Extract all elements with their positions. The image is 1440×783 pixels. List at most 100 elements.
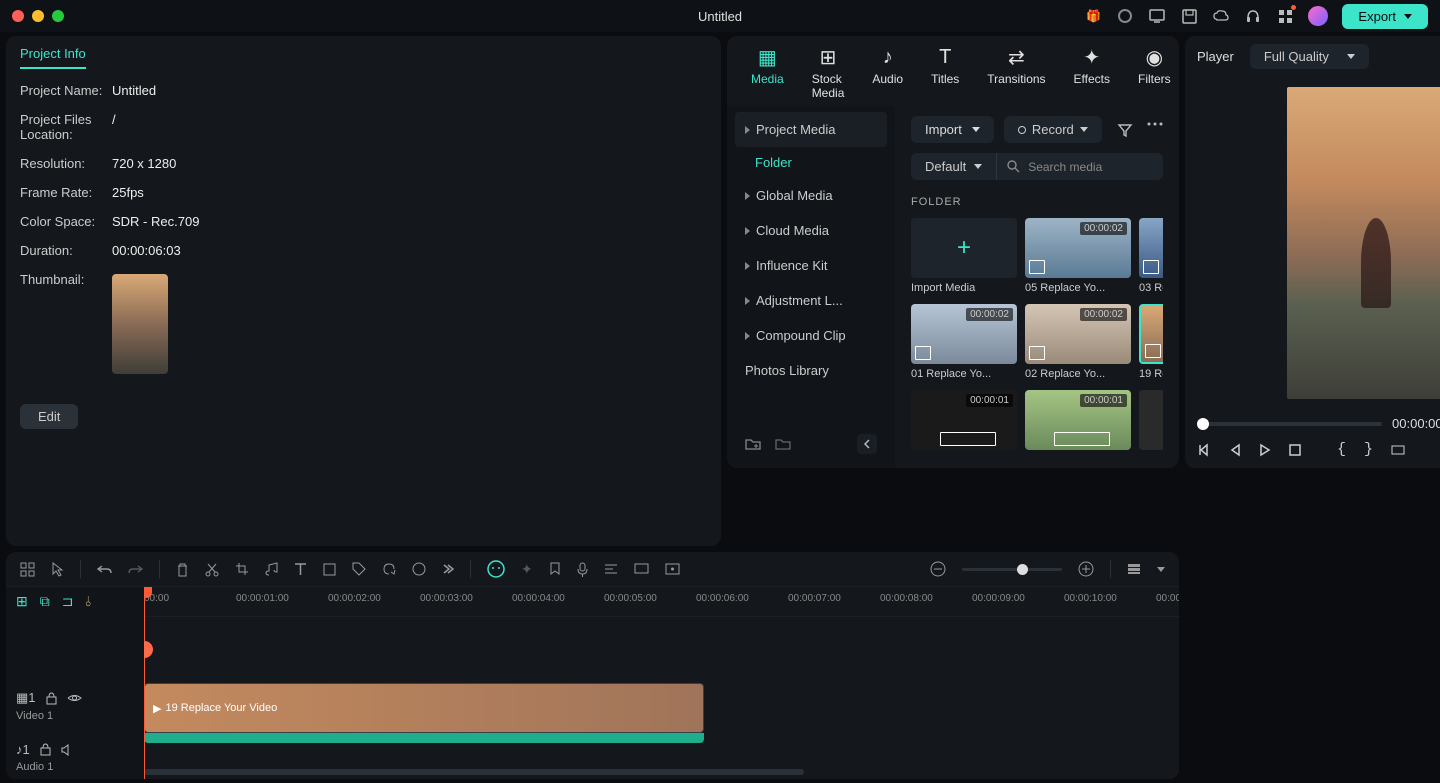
document-title: Untitled (698, 9, 742, 24)
sidebar-item-compound-clip[interactable]: Compound Clip (735, 318, 887, 353)
delete-icon[interactable] (176, 562, 189, 577)
tab-transitions[interactable]: ⇄Transitions (987, 46, 1045, 100)
text-icon[interactable] (294, 562, 307, 576)
ai-icon[interactable] (487, 560, 505, 578)
window-controls (12, 10, 64, 22)
speaker-icon[interactable] (61, 744, 74, 756)
close-window[interactable] (12, 10, 24, 22)
track-view-icon[interactable] (1127, 563, 1141, 575)
cloud-icon[interactable] (1212, 7, 1230, 25)
tab-titles[interactable]: TTitles (931, 46, 959, 100)
add-track-icon[interactable]: ⊞ (16, 593, 28, 610)
maximize-window[interactable] (52, 10, 64, 22)
sidebar-sub-folder[interactable]: Folder (735, 147, 887, 178)
preview-viewport[interactable] (1197, 77, 1440, 408)
lock-icon[interactable] (46, 692, 57, 705)
magnet-icon[interactable]: ⊐ (62, 593, 74, 610)
media-item[interactable]: 00:00:0202 Replace Yo... (1025, 304, 1131, 380)
redo-icon[interactable] (128, 563, 143, 576)
save-icon[interactable] (1180, 7, 1198, 25)
prev-frame-icon[interactable] (1197, 443, 1211, 457)
lock-icon[interactable] (40, 743, 51, 756)
chevron-down-icon[interactable] (1157, 567, 1165, 572)
palette-icon[interactable] (412, 562, 426, 576)
sidebar-item-photos-library[interactable]: Photos Library (735, 353, 887, 388)
tag-icon[interactable] (352, 562, 366, 576)
play-back-icon[interactable] (1229, 443, 1241, 457)
import-dropdown[interactable]: Import (911, 116, 994, 143)
stop-icon[interactable] (1289, 444, 1301, 456)
cursor-icon[interactable] (51, 562, 64, 577)
more-icon[interactable] (1147, 122, 1163, 138)
mark-in-icon[interactable]: { (1337, 441, 1346, 458)
more-tools-icon[interactable] (442, 564, 454, 574)
marker-icon[interactable] (549, 562, 561, 577)
link-icon[interactable]: ⧉ (40, 593, 50, 610)
media-item[interactable]: 00:00:01 (1139, 390, 1163, 450)
quality-dropdown[interactable]: Full Quality (1250, 44, 1369, 69)
crop-icon[interactable] (235, 562, 249, 576)
search-input[interactable]: Search media (997, 154, 1163, 180)
screen-icon[interactable] (634, 563, 649, 576)
monitor-icon[interactable] (1148, 7, 1166, 25)
cut-icon[interactable] (205, 562, 219, 577)
tab-audio[interactable]: ♪Audio (872, 46, 903, 100)
circle-icon[interactable] (1116, 7, 1134, 25)
zoom-slider[interactable] (962, 568, 1062, 571)
camera2-icon[interactable] (665, 563, 680, 575)
timeline-tracks[interactable]: 00:0000:00:01:0000:00:02:0000:00:03:0000… (144, 587, 1179, 779)
tab-filters[interactable]: ◉Filters (1138, 46, 1171, 100)
ratio-icon[interactable] (1391, 443, 1405, 457)
user-avatar[interactable] (1308, 6, 1328, 26)
media-item[interactable]: 00:00:0203 Replace Yo... (1139, 218, 1163, 294)
project-info-tab[interactable]: Project Info (20, 46, 86, 69)
headphones-icon[interactable] (1244, 7, 1262, 25)
sidebar-item-project-media[interactable]: Project Media (735, 112, 887, 147)
shape-icon[interactable] (323, 563, 336, 576)
tab-effects[interactable]: ✦Effects (1074, 46, 1110, 100)
folder-add-icon[interactable] (745, 437, 761, 451)
filter-icon[interactable] (1117, 122, 1133, 138)
eye-icon[interactable] (67, 693, 82, 703)
play-icon[interactable] (1259, 443, 1271, 457)
video-icon[interactable]: ▦1 (16, 690, 36, 706)
media-item[interactable]: 00:00:06✓19 Replace Yo... (1139, 304, 1163, 380)
video-clip[interactable]: ▶ 19 Replace Your Video (144, 683, 704, 733)
layout-icon[interactable] (20, 562, 35, 577)
media-item[interactable]: 00:00:01 (911, 390, 1017, 450)
zoom-out-icon[interactable] (930, 561, 946, 577)
gift-icon[interactable]: 🎁 (1084, 7, 1102, 25)
record-dropdown[interactable]: Record (1004, 116, 1102, 143)
audio-icon[interactable]: ♪1 (16, 742, 30, 757)
apps-icon[interactable] (1276, 7, 1294, 25)
mic-icon[interactable] (577, 562, 588, 577)
collapse-sidebar[interactable] (857, 434, 877, 454)
folder-icon[interactable] (775, 437, 791, 451)
sidebar-item-cloud-media[interactable]: Cloud Media (735, 213, 887, 248)
edit-button[interactable]: Edit (20, 404, 78, 429)
tab-media[interactable]: ▦Media (751, 46, 784, 100)
ruler[interactable]: 00:0000:00:01:0000:00:02:0000:00:03:0000… (144, 587, 1179, 617)
align-icon[interactable] (604, 563, 618, 575)
snap-icon[interactable]: ⫰ (85, 593, 91, 610)
media-item[interactable]: 00:00:0205 Replace Yo... (1025, 218, 1131, 294)
tab-stock-media[interactable]: ⊞Stock Media (812, 46, 845, 100)
rotate-icon[interactable] (382, 562, 396, 576)
sparkle-icon[interactable]: ✦ (521, 561, 533, 578)
sort-dropdown[interactable]: Default (911, 153, 997, 180)
import-media-tile[interactable]: + (911, 218, 1017, 278)
undo-icon[interactable] (97, 563, 112, 576)
zoom-in-icon[interactable] (1078, 561, 1094, 577)
mark-out-icon[interactable]: } (1364, 441, 1373, 458)
scrubber[interactable] (1197, 422, 1382, 426)
media-item[interactable]: 00:00:01 (1025, 390, 1131, 450)
minimize-window[interactable] (32, 10, 44, 22)
playhead[interactable] (144, 587, 145, 779)
sidebar-item-adjustment-l---[interactable]: Adjustment L... (735, 283, 887, 318)
timeline-scrollbar[interactable] (144, 769, 1179, 777)
sidebar-item-global-media[interactable]: Global Media (735, 178, 887, 213)
export-button[interactable]: Export (1342, 4, 1428, 29)
music-icon[interactable] (265, 562, 278, 577)
media-item[interactable]: 00:00:0201 Replace Yo... (911, 304, 1017, 380)
sidebar-item-influence-kit[interactable]: Influence Kit (735, 248, 887, 283)
